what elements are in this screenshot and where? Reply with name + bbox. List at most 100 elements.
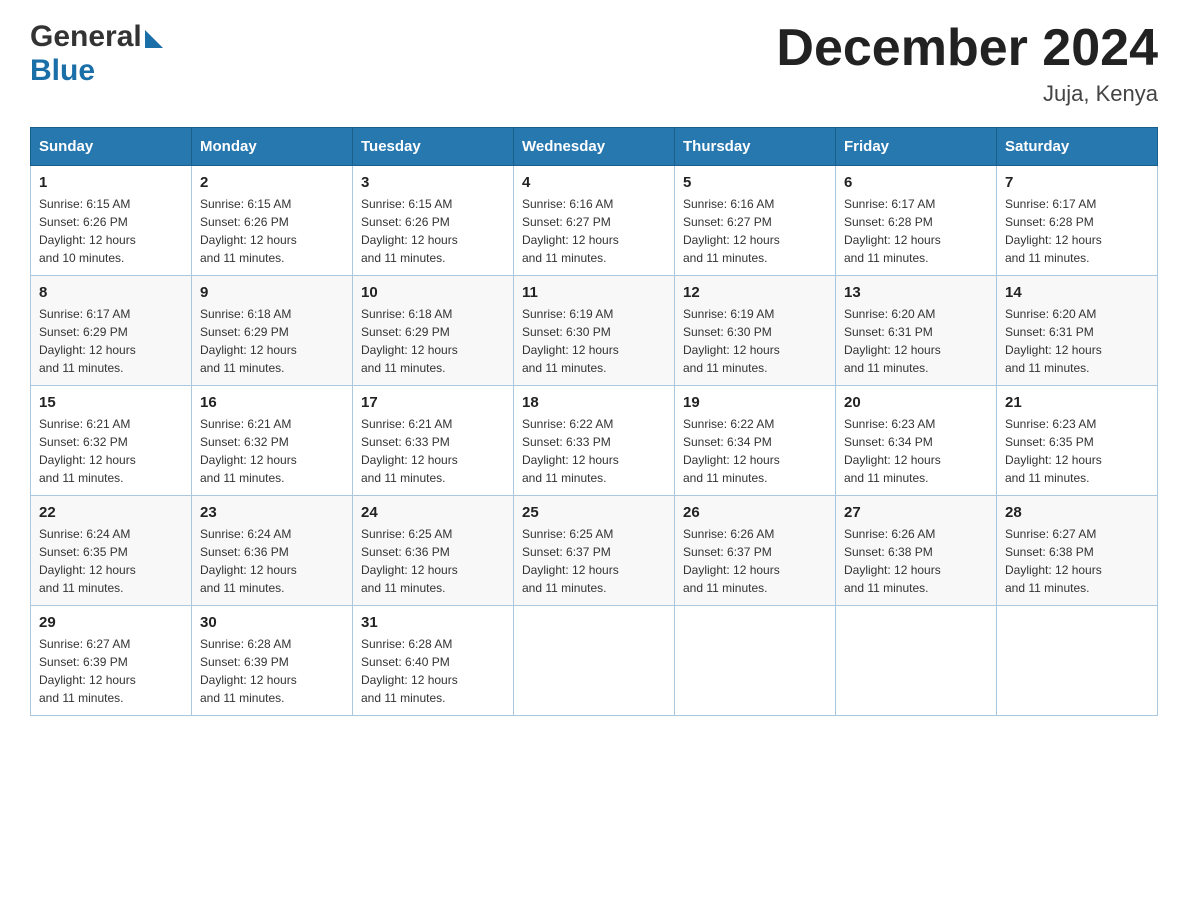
calendar-header: Sunday Monday Tuesday Wednesday Thursday… bbox=[31, 128, 1158, 166]
calendar-cell: 10 Sunrise: 6:18 AMSunset: 6:29 PMDayligh… bbox=[353, 276, 514, 386]
day-number: 10 bbox=[361, 284, 505, 301]
day-info: Sunrise: 6:25 AMSunset: 6:36 PMDaylight:… bbox=[361, 525, 505, 597]
day-info: Sunrise: 6:15 AMSunset: 6:26 PMDaylight:… bbox=[200, 195, 344, 267]
calendar-cell: 27Sunrise: 6:26 AMSunset: 6:38 PMDayligh… bbox=[836, 496, 997, 606]
calendar-cell: 22 Sunrise: 6:24 AMSunset: 6:35 PMDayligh… bbox=[31, 496, 192, 606]
day-number: 27 bbox=[844, 504, 988, 521]
day-number: 29 bbox=[39, 614, 183, 631]
day-info: Sunrise: 6:17 AMSunset: 6:28 PMDaylight:… bbox=[844, 195, 988, 267]
calendar-cell bbox=[997, 606, 1158, 716]
day-info: Sunrise: 6:16 AMSunset: 6:27 PMDaylight:… bbox=[683, 195, 827, 267]
day-info: Sunrise: 6:18 AMSunset: 6:29 PMDaylight:… bbox=[361, 305, 505, 377]
calendar-cell: 3 Sunrise: 6:15 AMSunset: 6:26 PMDaylight… bbox=[353, 166, 514, 276]
calendar-table: Sunday Monday Tuesday Wednesday Thursday… bbox=[30, 127, 1158, 716]
header-friday: Friday bbox=[836, 128, 997, 166]
calendar-cell bbox=[836, 606, 997, 716]
day-info: Sunrise: 6:15 AMSunset: 6:26 PMDaylight:… bbox=[361, 195, 505, 267]
page-header: General Blue December 2024 Juja, Kenya bbox=[30, 20, 1158, 107]
day-info: Sunrise: 6:16 AMSunset: 6:27 PMDaylight:… bbox=[522, 195, 666, 267]
day-number: 21 bbox=[1005, 394, 1149, 411]
day-number: 22 bbox=[39, 504, 183, 521]
day-info: Sunrise: 6:19 AMSunset: 6:30 PMDaylight:… bbox=[683, 305, 827, 377]
day-info: Sunrise: 6:25 AMSunset: 6:37 PMDaylight:… bbox=[522, 525, 666, 597]
day-info: Sunrise: 6:20 AMSunset: 6:31 PMDaylight:… bbox=[1005, 305, 1149, 377]
day-number: 25 bbox=[522, 504, 666, 521]
day-number: 16 bbox=[200, 394, 344, 411]
day-info: Sunrise: 6:27 AMSunset: 6:38 PMDaylight:… bbox=[1005, 525, 1149, 597]
calendar-week-row: 1 Sunrise: 6:15 AMSunset: 6:26 PMDaylight… bbox=[31, 166, 1158, 276]
header-sunday: Sunday bbox=[31, 128, 192, 166]
day-number: 23 bbox=[200, 504, 344, 521]
day-info: Sunrise: 6:23 AMSunset: 6:35 PMDaylight:… bbox=[1005, 415, 1149, 487]
calendar-cell: 13 Sunrise: 6:20 AMSunset: 6:31 PMDayligh… bbox=[836, 276, 997, 386]
header-monday: Monday bbox=[192, 128, 353, 166]
calendar-cell: 29 Sunrise: 6:27 AMSunset: 6:39 PMDayligh… bbox=[31, 606, 192, 716]
calendar-week-row: 29 Sunrise: 6:27 AMSunset: 6:39 PMDayligh… bbox=[31, 606, 1158, 716]
day-info: Sunrise: 6:28 AMSunset: 6:40 PMDaylight:… bbox=[361, 635, 505, 707]
calendar-cell: 30Sunrise: 6:28 AMSunset: 6:39 PMDayligh… bbox=[192, 606, 353, 716]
day-number: 6 bbox=[844, 174, 988, 191]
calendar-body: 1 Sunrise: 6:15 AMSunset: 6:26 PMDaylight… bbox=[31, 166, 1158, 716]
calendar-cell: 19 Sunrise: 6:22 AMSunset: 6:34 PMDayligh… bbox=[675, 386, 836, 496]
day-number: 17 bbox=[361, 394, 505, 411]
calendar-cell: 11Sunrise: 6:19 AMSunset: 6:30 PMDayligh… bbox=[514, 276, 675, 386]
day-number: 24 bbox=[361, 504, 505, 521]
calendar-cell: 1 Sunrise: 6:15 AMSunset: 6:26 PMDaylight… bbox=[31, 166, 192, 276]
calendar-cell: 26 Sunrise: 6:26 AMSunset: 6:37 PMDayligh… bbox=[675, 496, 836, 606]
calendar-cell: 31 Sunrise: 6:28 AMSunset: 6:40 PMDayligh… bbox=[353, 606, 514, 716]
month-title: December 2024 bbox=[776, 20, 1158, 77]
logo: General Blue bbox=[30, 20, 163, 88]
logo-blue-text: Blue bbox=[30, 54, 163, 88]
calendar-week-row: 15Sunrise: 6:21 AMSunset: 6:32 PMDayligh… bbox=[31, 386, 1158, 496]
day-number: 31 bbox=[361, 614, 505, 631]
calendar-cell: 2Sunrise: 6:15 AMSunset: 6:26 PMDaylight… bbox=[192, 166, 353, 276]
calendar-cell: 4 Sunrise: 6:16 AMSunset: 6:27 PMDaylight… bbox=[514, 166, 675, 276]
calendar-week-row: 8 Sunrise: 6:17 AMSunset: 6:29 PMDaylight… bbox=[31, 276, 1158, 386]
location-text: Juja, Kenya bbox=[776, 81, 1158, 107]
day-info: Sunrise: 6:21 AMSunset: 6:32 PMDaylight:… bbox=[39, 415, 183, 487]
day-number: 13 bbox=[844, 284, 988, 301]
calendar-cell: 18 Sunrise: 6:22 AMSunset: 6:33 PMDayligh… bbox=[514, 386, 675, 496]
day-number: 3 bbox=[361, 174, 505, 191]
calendar-cell: 15Sunrise: 6:21 AMSunset: 6:32 PMDayligh… bbox=[31, 386, 192, 496]
day-number: 5 bbox=[683, 174, 827, 191]
day-info: Sunrise: 6:20 AMSunset: 6:31 PMDaylight:… bbox=[844, 305, 988, 377]
day-number: 19 bbox=[683, 394, 827, 411]
day-info: Sunrise: 6:21 AMSunset: 6:33 PMDaylight:… bbox=[361, 415, 505, 487]
header-wednesday: Wednesday bbox=[514, 128, 675, 166]
day-info: Sunrise: 6:27 AMSunset: 6:39 PMDaylight:… bbox=[39, 635, 183, 707]
day-info: Sunrise: 6:28 AMSunset: 6:39 PMDaylight:… bbox=[200, 635, 344, 707]
calendar-cell: 5 Sunrise: 6:16 AMSunset: 6:27 PMDaylight… bbox=[675, 166, 836, 276]
calendar-cell: 6 Sunrise: 6:17 AMSunset: 6:28 PMDaylight… bbox=[836, 166, 997, 276]
day-number: 12 bbox=[683, 284, 827, 301]
day-number: 9 bbox=[200, 284, 344, 301]
day-number: 1 bbox=[39, 174, 183, 191]
day-info: Sunrise: 6:24 AMSunset: 6:36 PMDaylight:… bbox=[200, 525, 344, 597]
day-number: 26 bbox=[683, 504, 827, 521]
day-info: Sunrise: 6:17 AMSunset: 6:29 PMDaylight:… bbox=[39, 305, 183, 377]
day-info: Sunrise: 6:15 AMSunset: 6:26 PMDaylight:… bbox=[39, 195, 183, 267]
day-number: 11 bbox=[522, 284, 666, 301]
day-info: Sunrise: 6:23 AMSunset: 6:34 PMDaylight:… bbox=[844, 415, 988, 487]
day-info: Sunrise: 6:24 AMSunset: 6:35 PMDaylight:… bbox=[39, 525, 183, 597]
header-saturday: Saturday bbox=[997, 128, 1158, 166]
day-number: 18 bbox=[522, 394, 666, 411]
title-area: December 2024 Juja, Kenya bbox=[776, 20, 1158, 107]
calendar-week-row: 22 Sunrise: 6:24 AMSunset: 6:35 PMDayligh… bbox=[31, 496, 1158, 606]
day-info: Sunrise: 6:26 AMSunset: 6:37 PMDaylight:… bbox=[683, 525, 827, 597]
day-info: Sunrise: 6:22 AMSunset: 6:34 PMDaylight:… bbox=[683, 415, 827, 487]
day-number: 28 bbox=[1005, 504, 1149, 521]
calendar-cell: 8 Sunrise: 6:17 AMSunset: 6:29 PMDaylight… bbox=[31, 276, 192, 386]
calendar-cell: 24 Sunrise: 6:25 AMSunset: 6:36 PMDayligh… bbox=[353, 496, 514, 606]
calendar-cell: 28 Sunrise: 6:27 AMSunset: 6:38 PMDayligh… bbox=[997, 496, 1158, 606]
day-info: Sunrise: 6:22 AMSunset: 6:33 PMDaylight:… bbox=[522, 415, 666, 487]
day-number: 8 bbox=[39, 284, 183, 301]
calendar-cell: 17 Sunrise: 6:21 AMSunset: 6:33 PMDayligh… bbox=[353, 386, 514, 496]
calendar-cell: 9Sunrise: 6:18 AMSunset: 6:29 PMDaylight… bbox=[192, 276, 353, 386]
header-tuesday: Tuesday bbox=[353, 128, 514, 166]
day-number: 20 bbox=[844, 394, 988, 411]
day-number: 7 bbox=[1005, 174, 1149, 191]
logo-general-text: General bbox=[30, 20, 142, 54]
calendar-cell bbox=[675, 606, 836, 716]
day-number: 4 bbox=[522, 174, 666, 191]
